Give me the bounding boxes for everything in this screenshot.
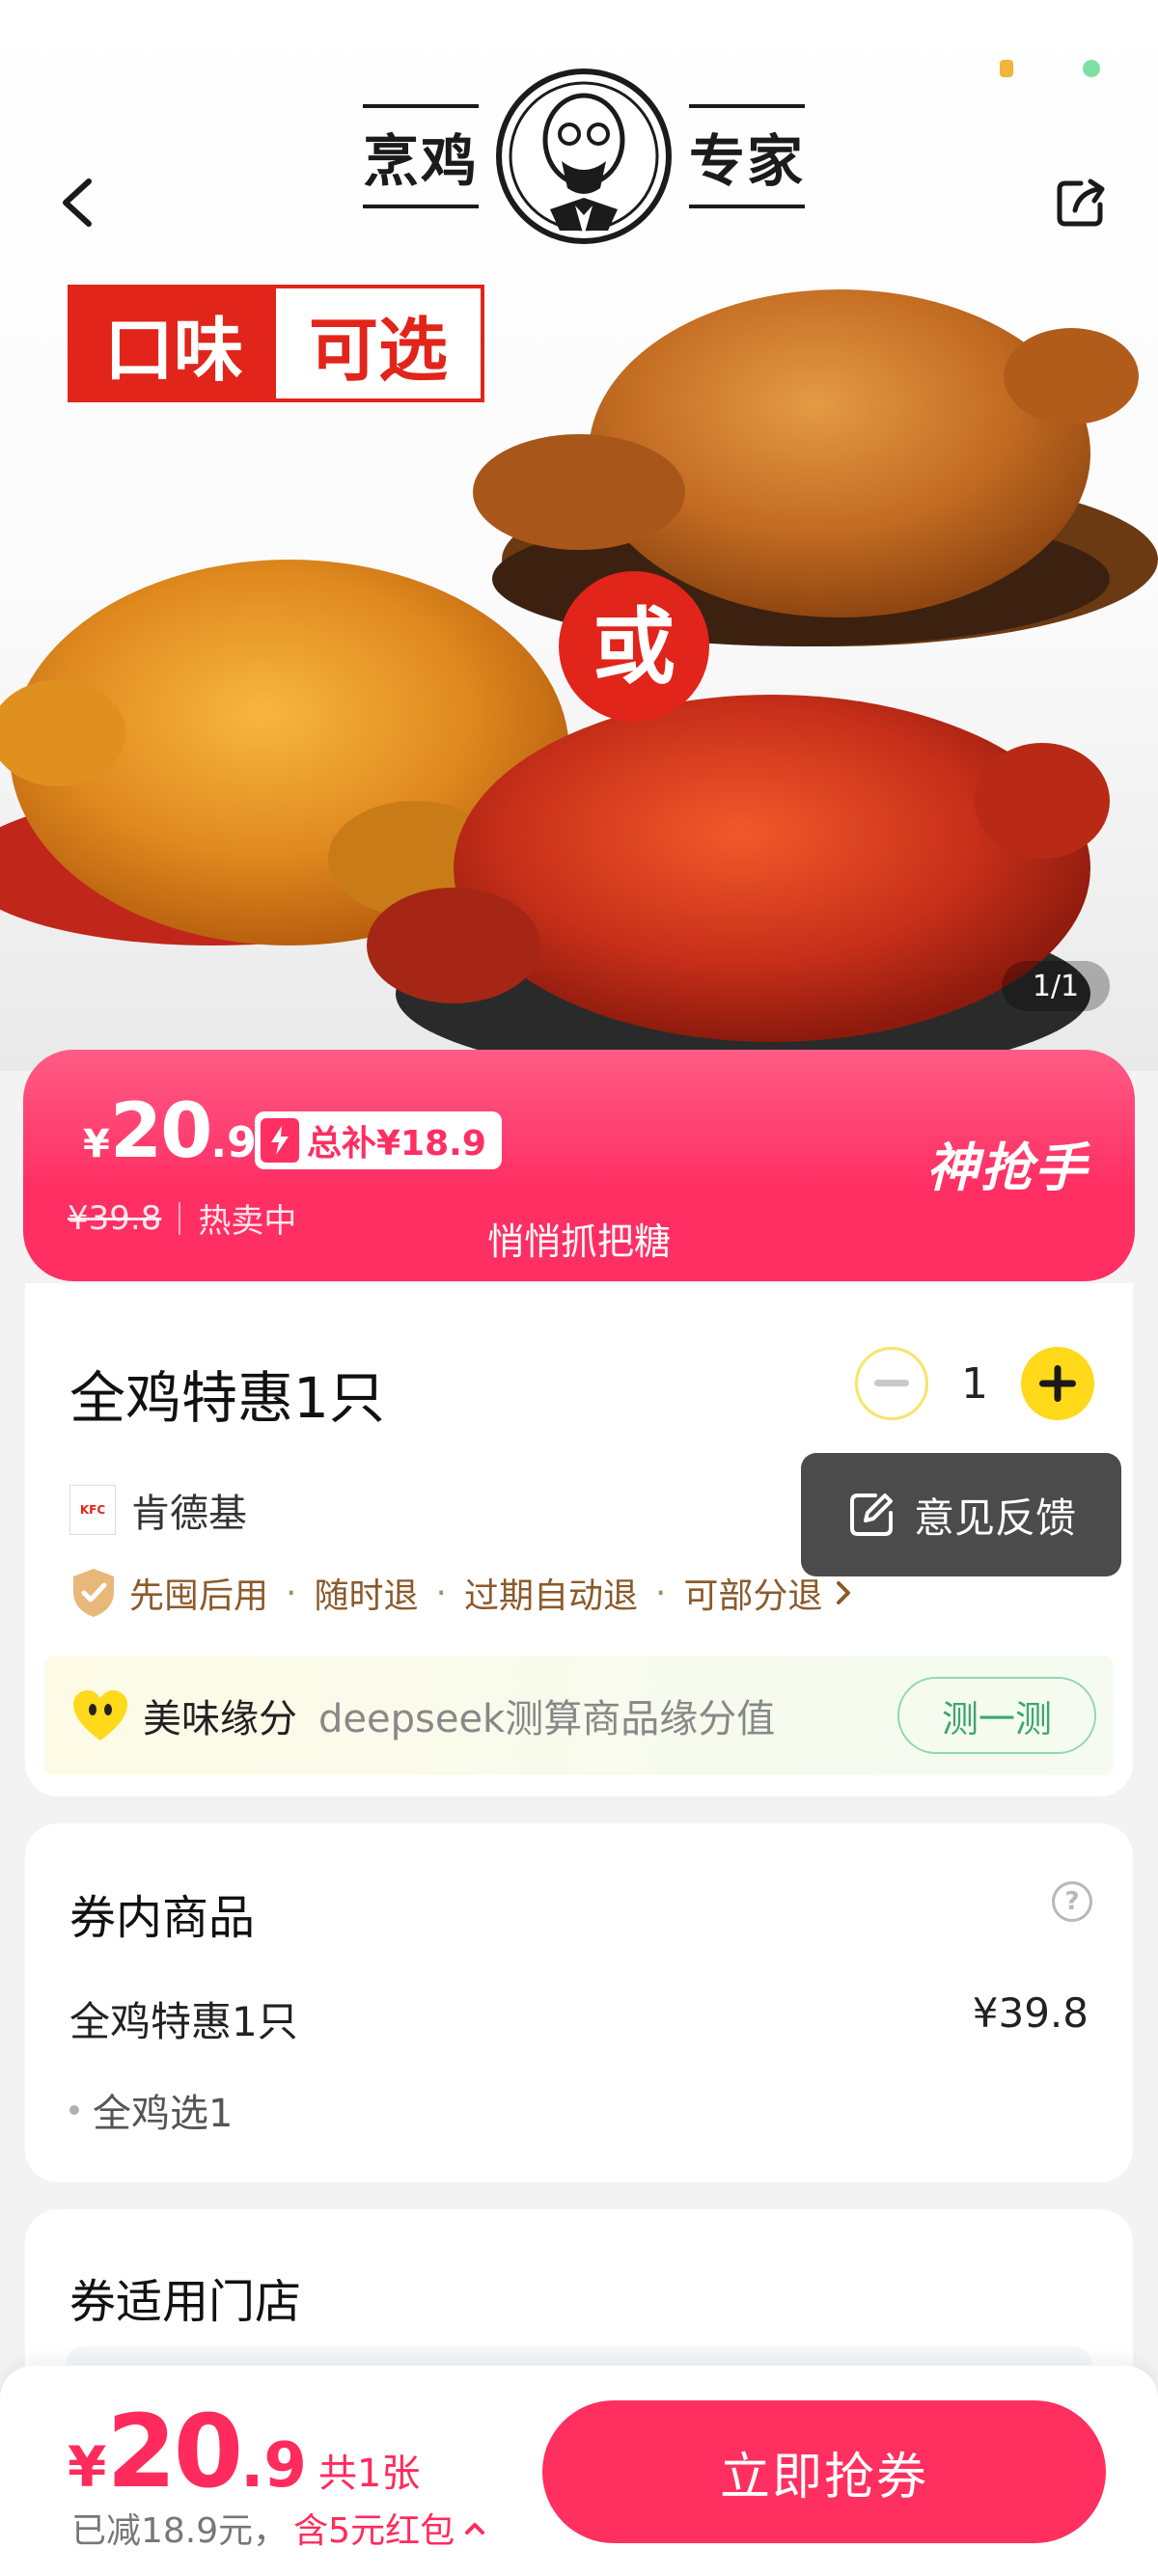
or-label: 或 bbox=[593, 599, 676, 696]
yuanfen-banner: 美味缘分 deepseek测算商品缘分值 测一测 bbox=[44, 1656, 1114, 1775]
final-price-dec: .9 bbox=[240, 2430, 307, 2502]
chevron-right-icon bbox=[837, 1581, 851, 1604]
feedback-icon bbox=[849, 1494, 893, 1536]
bullet bbox=[69, 2105, 79, 2115]
product-title: 全鸡特惠1只 bbox=[69, 1365, 385, 1431]
quantity-plus-button[interactable] bbox=[1021, 1347, 1094, 1420]
flavor-tag-part-1: 口味 bbox=[71, 288, 276, 398]
guarantee-item: 随时退 bbox=[314, 1576, 419, 1616]
guarantee-item: 过期自动退 bbox=[463, 1576, 638, 1616]
voucher-count: 共1张 bbox=[317, 2452, 421, 2496]
separator: · bbox=[435, 1573, 447, 1613]
privacy-dot-orange bbox=[1000, 60, 1013, 77]
flavor-tag-part-2: 可选 bbox=[308, 309, 448, 391]
feedback-label: 意见反馈 bbox=[913, 1494, 1076, 1542]
heart-face-icon bbox=[73, 1690, 127, 1740]
colonel-logo-icon bbox=[496, 69, 672, 244]
chevron-up-icon bbox=[465, 2523, 485, 2535]
quantity-minus-button[interactable] bbox=[855, 1347, 928, 1420]
final-price-int: 20 bbox=[106, 2393, 243, 2510]
final-price: ¥ 20 .9 共1张 bbox=[68, 2393, 420, 2510]
promo-price: ¥ 20 .9 bbox=[83, 1088, 257, 1175]
minus-icon bbox=[874, 1380, 909, 1386]
voucher-contents-card: 券内商品 ? 全鸡特惠1只 ¥39.8 全鸡选1 bbox=[25, 1823, 1133, 2182]
red-packet-note: 含5元红包 bbox=[293, 2511, 455, 2551]
guarantee-item: 可部分退 bbox=[683, 1576, 823, 1616]
kfc-logo-icon: KFC bbox=[69, 1485, 116, 1535]
logo-right-text: 专家 bbox=[689, 104, 806, 208]
section-title: 券适用门店 bbox=[69, 2275, 302, 2329]
promo-price-dec: .9 bbox=[210, 1118, 257, 1167]
subsidy-text: 总补¥18.9 bbox=[307, 1124, 486, 1164]
merchant-name: 肯德基 bbox=[131, 1492, 247, 1536]
feedback-button[interactable]: 意见反馈 bbox=[801, 1453, 1121, 1576]
share-icon bbox=[1057, 178, 1105, 227]
product-hero-image[interactable]: 或 烹鸡 专家 口味 可选 1/1 bbox=[0, 0, 1158, 1071]
item-name: 全鸡特惠1只 bbox=[69, 1998, 298, 2045]
subsidy-badge: 总补¥18.9 bbox=[255, 1111, 502, 1169]
merchant-row[interactable]: KFC 肯德基 bbox=[69, 1482, 247, 1538]
image-page-counter: 1/1 bbox=[1002, 961, 1110, 1011]
back-icon bbox=[63, 178, 92, 227]
promo-price-int: 20 bbox=[109, 1088, 213, 1175]
promo-slogan: 悄悄抓把糖 bbox=[486, 1220, 671, 1263]
quantity-value: 1 bbox=[961, 1358, 988, 1409]
promo-banner: ¥ 20 .9 总补¥18.9 ¥39.8 热卖中 悄悄抓把糖 神抢手 bbox=[23, 1050, 1135, 1281]
logo-left-text: 烹鸡 bbox=[362, 104, 479, 208]
yuanfen-description: deepseek测算商品缘分值 bbox=[318, 1697, 776, 1741]
share-button[interactable] bbox=[1042, 164, 1119, 241]
shield-check-icon bbox=[73, 1569, 114, 1617]
bolt-icon bbox=[261, 1118, 299, 1163]
flavor-tag: 口味 可选 bbox=[68, 285, 484, 402]
status-indicators bbox=[1000, 60, 1100, 77]
sub-item: 全鸡选1 bbox=[69, 2082, 233, 2138]
separator: · bbox=[286, 1573, 297, 1613]
discount-detail-toggle[interactable]: 已减18.9元， 含5元红包 bbox=[71, 2503, 485, 2553]
final-currency: ¥ bbox=[68, 2434, 107, 2500]
privacy-dot-green bbox=[1083, 60, 1100, 77]
bottom-purchase-bar: ¥ 20 .9 共1张 已减18.9元， 含5元红包 立即抢券 bbox=[0, 2366, 1158, 2576]
test-button[interactable]: 测一测 bbox=[897, 1677, 1096, 1754]
page: 或 烹鸡 专家 口味 可选 1/1 ¥ 20 .9 总补¥18.9 ¥39.8 … bbox=[0, 0, 1158, 2576]
quantity-stepper: 1 bbox=[855, 1347, 1094, 1420]
voucher-item-row: 全鸡特惠1只 ¥39.8 bbox=[69, 1989, 1089, 2048]
guarantee-item: 先囤后用 bbox=[129, 1576, 269, 1616]
buy-now-button[interactable]: 立即抢券 bbox=[542, 2400, 1106, 2543]
item-price: ¥39.8 bbox=[972, 1989, 1089, 2037]
promo-currency: ¥ bbox=[83, 1122, 110, 1166]
help-icon[interactable]: ? bbox=[1052, 1881, 1092, 1922]
back-button[interactable] bbox=[39, 164, 116, 241]
plus-icon bbox=[1039, 1365, 1076, 1402]
sub-item-text: 全鸡选1 bbox=[93, 2092, 234, 2136]
section-title: 券内商品 bbox=[69, 1891, 256, 1945]
discount-note: 已减18.9元， bbox=[71, 2511, 289, 2551]
separator: · bbox=[654, 1573, 667, 1613]
guarantee-row[interactable]: 先囤后用 · 随时退 · 过期自动退 · 可部分退 bbox=[69, 1567, 853, 1619]
yuanfen-title: 美味缘分 bbox=[143, 1697, 297, 1741]
kfc-logo: 烹鸡 专家 bbox=[357, 60, 811, 253]
promo-brand-logo: 神抢手 bbox=[926, 1137, 1089, 1198]
